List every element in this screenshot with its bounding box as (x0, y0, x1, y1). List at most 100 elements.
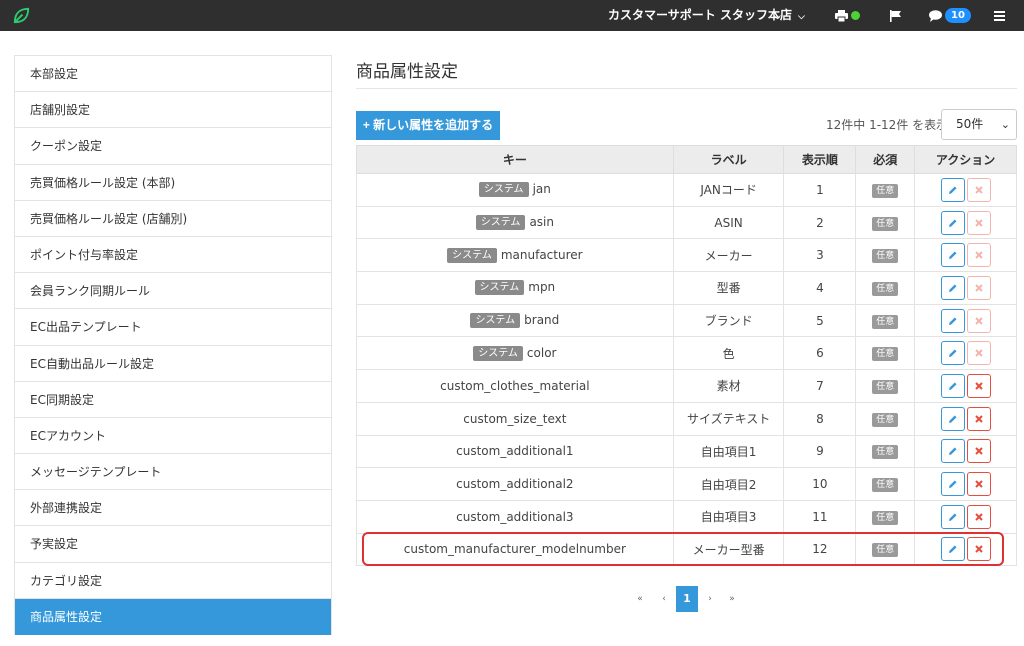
sidebar-item-message-template[interactable]: メッセージテンプレート (15, 454, 331, 491)
action-cell (914, 499, 1017, 534)
key-cell: システム jan (356, 173, 674, 207)
label-cell: JANコード (672, 173, 785, 207)
edit-button[interactable] (940, 210, 965, 235)
action-cell (914, 271, 1017, 305)
add-attribute-button[interactable]: + 新しい属性を追加する (356, 111, 500, 140)
required-cell: 任意 (855, 238, 916, 273)
delete-button[interactable] (966, 210, 991, 235)
edit-button[interactable] (940, 504, 965, 529)
sidebar-item-point-rate[interactable]: ポイント付与率設定 (15, 237, 331, 274)
order-cell: 7 (783, 369, 857, 403)
system-badge: システム (470, 313, 521, 329)
flag-button[interactable] (890, 0, 901, 31)
order-cell: 5 (783, 303, 857, 338)
delete-button[interactable] (966, 308, 991, 333)
staff-menu[interactable]: カスタマーサポート スタッフ ⌵ (608, 0, 781, 31)
delete-button[interactable] (966, 243, 991, 268)
edit-button[interactable] (940, 308, 965, 333)
edit-button[interactable] (940, 472, 965, 497)
label-cell: 自由項目3 (672, 499, 785, 534)
required-cell: 任意 (855, 303, 916, 338)
delete-button[interactable] (966, 504, 991, 529)
delete-button[interactable] (966, 406, 991, 431)
hamburger-menu-icon (994, 10, 1005, 21)
edit-button[interactable] (940, 439, 965, 464)
edit-button[interactable] (940, 243, 965, 268)
delete-button[interactable] (966, 373, 991, 398)
table-row: custom_additional3 自由項目3 11 任意 (356, 499, 1017, 534)
optional-badge: 任意 (872, 412, 899, 427)
edit-button[interactable] (940, 373, 965, 398)
sidebar-item-product-attributes[interactable]: 商品属性設定 (15, 598, 331, 635)
key-cell: システム manufacturer (356, 238, 674, 273)
required-cell: 任意 (855, 401, 916, 436)
chevron-down-icon: ⌄ (1000, 118, 1010, 131)
sidebar-item-ec-sync[interactable]: EC同期設定 (15, 382, 331, 418)
delete-button[interactable] (966, 177, 991, 202)
key-cell: システム asin (356, 205, 674, 240)
order-cell: 2 (783, 205, 857, 240)
leaf-logo-icon[interactable] (12, 6, 31, 25)
table-row: システム color 色 6 任意 (356, 336, 1017, 371)
order-cell: 1 (783, 173, 857, 207)
next-page-link[interactable]: › (702, 586, 718, 612)
notification-count-badge: 10 (945, 8, 971, 23)
action-cell (914, 238, 1017, 273)
prev-page-link[interactable]: ‹ (656, 586, 672, 612)
delete-button[interactable] (966, 275, 991, 300)
attribute-key: custom_additional1 (456, 444, 574, 459)
attribute-key: jan (532, 182, 551, 197)
sidebar-item-ec-account[interactable]: ECアカウント (15, 418, 331, 455)
sidebar-item-budget-actual[interactable]: 予実設定 (15, 526, 331, 563)
sidebar-item-member-rank-sync[interactable]: 会員ランク同期ルール (15, 273, 331, 310)
sidebar-item-hq-settings[interactable]: 本部設定 (15, 56, 331, 93)
last-page-link[interactable]: » (724, 586, 740, 612)
key-cell: システム brand (356, 303, 674, 338)
key-cell: custom_additional2 (356, 467, 674, 501)
edit-button[interactable] (940, 177, 965, 202)
col-header-order: 表示順 (783, 145, 857, 174)
per-page-select[interactable]: 50件 ⌄ (941, 109, 1017, 140)
label-cell: 素材 (672, 369, 785, 403)
sidebar-item-ec-auto-listing[interactable]: EC自動出品ルール設定 (15, 346, 331, 382)
sidebar-item-category-settings[interactable]: カテゴリ設定 (15, 563, 331, 599)
plus-icon: + (362, 118, 370, 132)
optional-badge: 任意 (872, 379, 899, 394)
top-navbar: カスタマーサポート スタッフ ⌵ 本店 ⌵ 10 (0, 0, 1024, 31)
store-menu[interactable]: 本店 ⌵ (768, 0, 805, 31)
page-title: 商品属性設定 (356, 55, 1017, 89)
edit-button[interactable] (940, 341, 965, 366)
table-row: custom_size_text サイズテキスト 8 任意 (356, 401, 1017, 436)
sidebar-item-coupon-settings[interactable]: クーポン設定 (15, 128, 331, 165)
store-menu-label: 本店 (768, 8, 793, 22)
highlight-frame (362, 532, 1004, 566)
sidebar-item-price-rules-hq[interactable]: 売買価格ルール設定 (本部) (15, 165, 331, 201)
required-cell: 任意 (855, 205, 916, 240)
first-page-link[interactable]: « (632, 586, 648, 612)
action-cell (914, 434, 1017, 469)
messages-button[interactable]: 10 (929, 0, 971, 31)
delete-button[interactable] (966, 439, 991, 464)
action-cell (914, 467, 1017, 501)
action-cell (914, 205, 1017, 240)
delete-button[interactable] (966, 472, 991, 497)
key-cell: custom_clothes_material (356, 369, 674, 403)
edit-button[interactable] (940, 406, 965, 431)
system-badge: システム (478, 182, 529, 198)
required-cell: 任意 (855, 499, 916, 534)
sidebar-item-store-settings[interactable]: 店舗別設定 (15, 92, 331, 129)
current-page[interactable]: 1 (676, 586, 698, 612)
sidebar-item-price-rules-store[interactable]: 売買価格ルール設定 (店舗別) (15, 201, 331, 237)
action-cell (914, 401, 1017, 436)
edit-button[interactable] (940, 275, 965, 300)
printer-status[interactable] (835, 0, 860, 31)
required-cell: 任意 (855, 336, 916, 371)
action-cell (914, 173, 1017, 207)
attribute-key: custom_clothes_material (440, 378, 590, 393)
sidebar-item-external-integration[interactable]: 外部連携設定 (15, 490, 331, 527)
optional-badge: 任意 (872, 478, 899, 493)
sidebar-item-ec-listing-template[interactable]: EC出品テンプレート (15, 309, 331, 346)
hamburger-menu-button[interactable] (994, 0, 1005, 31)
attribute-key: asin (529, 215, 554, 230)
delete-button[interactable] (966, 341, 991, 366)
